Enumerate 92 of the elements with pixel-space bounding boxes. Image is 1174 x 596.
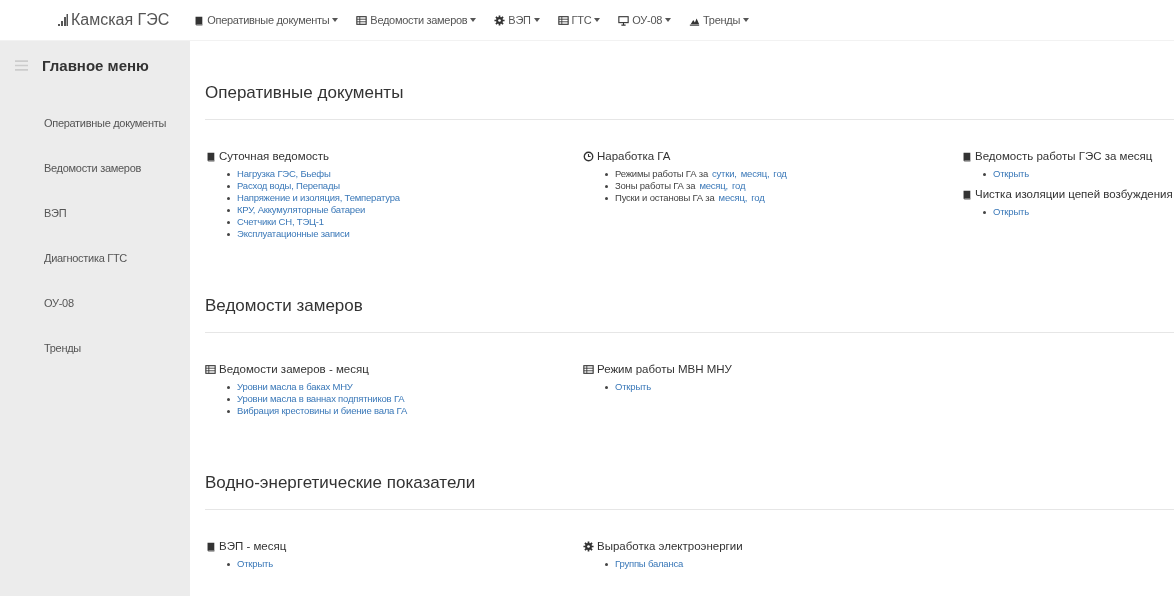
bullet-icon xyxy=(605,172,608,176)
bullet-icon xyxy=(227,184,230,188)
gear-icon xyxy=(583,540,594,552)
signal-bars-icon xyxy=(58,14,68,26)
link[interactable]: Вибрация крестовины и биение вала ГА xyxy=(237,405,408,417)
bullet-icon xyxy=(227,397,230,401)
bullet-icon xyxy=(983,172,986,176)
sidebar-item[interactable]: Ведомости замеров xyxy=(0,162,190,174)
sidebar-title: Главное меню xyxy=(42,56,149,74)
link[interactable]: КРУ, Аккумуляторные батареи xyxy=(237,204,366,216)
link[interactable]: месяц, xyxy=(699,180,728,192)
link[interactable]: Уровни масла в ваннах подпятников ГА xyxy=(237,393,405,405)
item-text: Пуски и остановы ГА за xyxy=(615,192,715,204)
caret-icon xyxy=(594,18,601,22)
link[interactable]: Эксплуатационные записи xyxy=(237,228,350,240)
nav-menu-label: Тренды xyxy=(703,14,740,26)
sidebar-item[interactable]: ВЭП xyxy=(0,207,190,219)
link[interactable]: сутки, xyxy=(712,168,737,180)
link[interactable]: Открыть xyxy=(993,168,1029,180)
link[interactable]: Открыть xyxy=(615,381,651,393)
nav-menu[interactable]: ВЭП xyxy=(494,14,540,26)
caret-icon xyxy=(533,18,540,22)
item-text: Режимы работы ГА за xyxy=(615,168,708,180)
link[interactable]: Группы баланса xyxy=(615,558,684,570)
book-icon xyxy=(205,540,216,552)
bullet-icon xyxy=(605,385,608,389)
sidebar-item[interactable]: Диагностика ГТС xyxy=(0,252,190,264)
book-icon xyxy=(961,188,972,200)
group-title: Режим работы МВН МНУ xyxy=(597,363,732,375)
link[interactable]: месяц, xyxy=(740,168,770,180)
bullet-icon xyxy=(227,385,230,389)
section-title: Оперативные документы xyxy=(205,83,405,103)
link[interactable]: год xyxy=(751,192,765,204)
link[interactable]: Открыть xyxy=(993,206,1029,218)
bullet-icon xyxy=(227,208,230,212)
nav-menu-label: ОУ-08 xyxy=(632,14,663,26)
sidebar-item[interactable]: Оперативные документы xyxy=(0,117,190,129)
caret-icon xyxy=(332,18,339,22)
clock-icon xyxy=(583,150,594,162)
caret-icon xyxy=(665,18,672,22)
group-title: Чистка изоляции цепей возбуждения xyxy=(975,188,1173,200)
group-title: Ведомости замеров - месяц xyxy=(219,363,369,375)
link[interactable]: год xyxy=(731,180,746,192)
bullet-icon xyxy=(227,220,230,224)
bullet-icon xyxy=(227,232,230,236)
caret-icon xyxy=(743,18,749,22)
table-icon xyxy=(583,363,594,375)
table-icon xyxy=(557,14,569,26)
item-text: Зоны работы ГА за xyxy=(615,180,696,192)
bullet-icon xyxy=(605,562,608,566)
link[interactable]: Счетчики СН, ТЭЦ-1 xyxy=(237,216,324,228)
book-icon xyxy=(961,150,972,162)
nav-menu[interactable]: Оперативные документы xyxy=(193,14,339,26)
bullet-icon xyxy=(605,196,608,200)
link[interactable]: год xyxy=(773,168,787,180)
bullet-icon xyxy=(227,409,230,413)
sidebar-item[interactable]: Тренды xyxy=(0,342,190,354)
link[interactable]: Напряжение и изоляция, Температура xyxy=(237,192,400,204)
caret-icon xyxy=(470,18,477,22)
book-icon xyxy=(205,150,216,162)
gear-icon xyxy=(494,14,506,26)
bullet-icon xyxy=(983,210,986,214)
menu-icon[interactable] xyxy=(15,59,28,71)
nav-menu[interactable]: ГТС xyxy=(557,14,601,26)
section-title: Ведомости замеров xyxy=(205,296,364,316)
nav-menu-label: ВЭП xyxy=(508,14,531,26)
bullet-icon xyxy=(605,184,608,188)
section-title: Водно-энергетические показатели xyxy=(205,473,477,493)
nav-menu-label: ГТС xyxy=(571,14,592,26)
nav-menu[interactable]: ОУ-08 xyxy=(618,14,672,26)
nav-menu[interactable]: Ведомости замеров xyxy=(356,14,477,26)
group-title: ВЭП - месяц xyxy=(219,540,287,552)
link[interactable]: Нагрузка ГЭС, Бьефы xyxy=(237,168,331,180)
link[interactable]: Расход воды, Перепады xyxy=(237,180,340,192)
link[interactable]: месяц, xyxy=(718,192,748,204)
group-title: Ведомость работы ГЭС за месяц xyxy=(975,150,1153,162)
group-title: Суточная ведомость xyxy=(219,150,330,162)
table-icon xyxy=(356,14,368,26)
bullet-icon xyxy=(227,196,230,200)
monitor-icon xyxy=(618,14,630,26)
link[interactable]: Открыть xyxy=(237,558,273,570)
sidebar-item[interactable]: ОУ-08 xyxy=(0,297,190,309)
group-title: Выработка электроэнергии xyxy=(597,540,743,552)
bullet-icon xyxy=(227,172,230,176)
link[interactable]: Уровни масла в баках МНУ xyxy=(237,381,353,393)
bullet-icon xyxy=(227,562,230,566)
nav-menu[interactable]: Тренды xyxy=(689,14,749,26)
group-title: Наработка ГА xyxy=(597,150,671,162)
book-icon xyxy=(193,14,205,26)
nav-menu-label: Ведомости замеров xyxy=(370,14,468,26)
nav-menu-label: Оперативные документы xyxy=(207,14,330,26)
table-icon xyxy=(205,363,216,375)
